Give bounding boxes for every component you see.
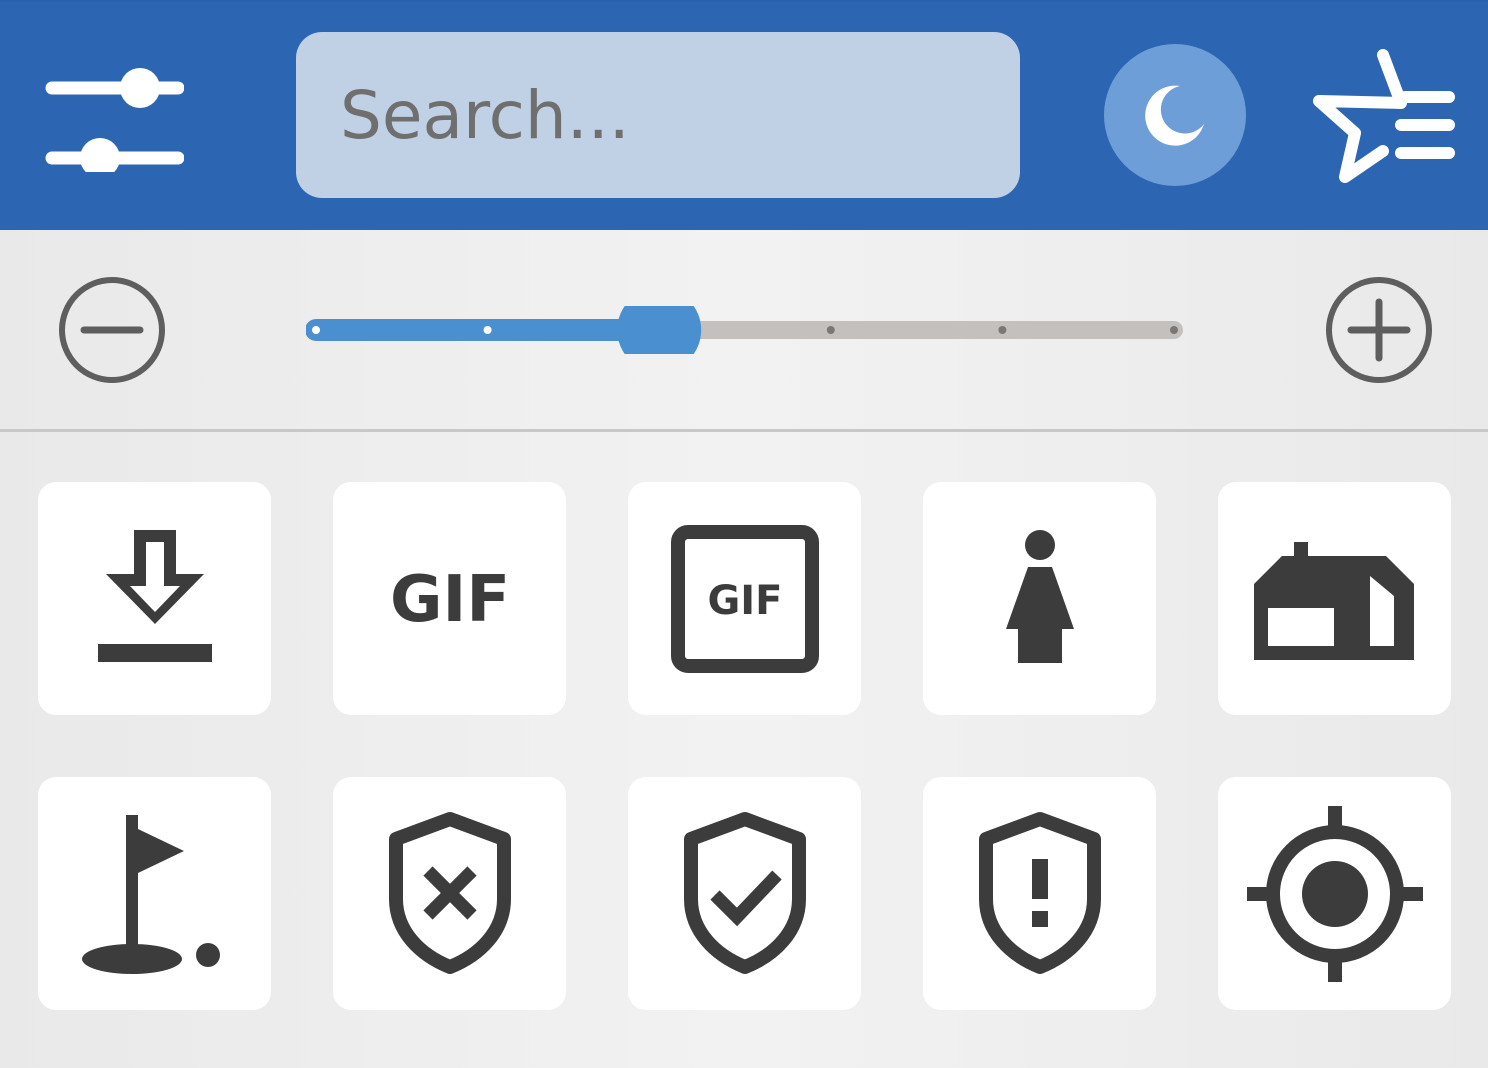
gif-icon-label: GIF bbox=[389, 563, 509, 637]
zoom-slider[interactable] bbox=[306, 306, 1184, 354]
icon-tile-gif-box[interactable]: GIF bbox=[628, 482, 861, 715]
icon-tile-golf[interactable] bbox=[38, 777, 271, 1010]
icon-tile-shield-alert[interactable] bbox=[923, 777, 1156, 1010]
star-list-icon bbox=[1313, 49, 1455, 183]
minus-circle-icon bbox=[59, 277, 165, 383]
woman-icon bbox=[1005, 529, 1074, 663]
icon-tile-shield-x[interactable] bbox=[333, 777, 566, 1010]
icon-grid: GIF GIF bbox=[38, 482, 1454, 1012]
slider-tick bbox=[826, 326, 835, 334]
zoom-bar bbox=[0, 230, 1488, 432]
shield-check-icon bbox=[683, 811, 806, 974]
slider-tick bbox=[312, 326, 320, 334]
icon-tile-gif[interactable]: GIF bbox=[333, 482, 566, 715]
search-input[interactable] bbox=[340, 76, 980, 154]
plus-circle-icon bbox=[1326, 277, 1432, 383]
icon-tile-cottage[interactable] bbox=[1218, 482, 1451, 715]
moon-icon bbox=[1145, 85, 1204, 146]
slider-tick bbox=[998, 326, 1007, 334]
my-location-icon bbox=[1246, 805, 1423, 982]
icon-tile-shield-check[interactable] bbox=[628, 777, 861, 1010]
gif-box-icon-label: GIF bbox=[707, 578, 782, 624]
golf-course-icon bbox=[81, 814, 220, 974]
shield-alert-icon bbox=[978, 811, 1101, 974]
dark-mode-toggle[interactable] bbox=[1104, 44, 1246, 186]
icon-tile-download[interactable] bbox=[38, 482, 271, 715]
slider-tick bbox=[1170, 326, 1178, 334]
gif-icon: GIF bbox=[389, 563, 509, 637]
search-field[interactable] bbox=[296, 32, 1020, 198]
download-icon bbox=[97, 529, 212, 662]
zoom-out-button[interactable] bbox=[56, 274, 168, 386]
icon-picker-app: GIF GIF bbox=[0, 0, 1488, 1068]
slider-tick bbox=[483, 326, 492, 334]
shield-x-icon bbox=[388, 811, 511, 974]
header-bar bbox=[0, 0, 1488, 230]
gif-box-icon: GIF bbox=[670, 524, 819, 673]
icon-tile-my-location[interactable] bbox=[1218, 777, 1451, 1010]
sliders-icon bbox=[45, 68, 184, 172]
slider-thumb[interactable] bbox=[617, 306, 702, 354]
icon-tile-woman[interactable] bbox=[923, 482, 1156, 715]
cottage-icon bbox=[1253, 541, 1414, 660]
filter-button[interactable] bbox=[36, 52, 192, 182]
zoom-in-button[interactable] bbox=[1323, 274, 1435, 386]
favorites-button[interactable] bbox=[1300, 42, 1460, 192]
